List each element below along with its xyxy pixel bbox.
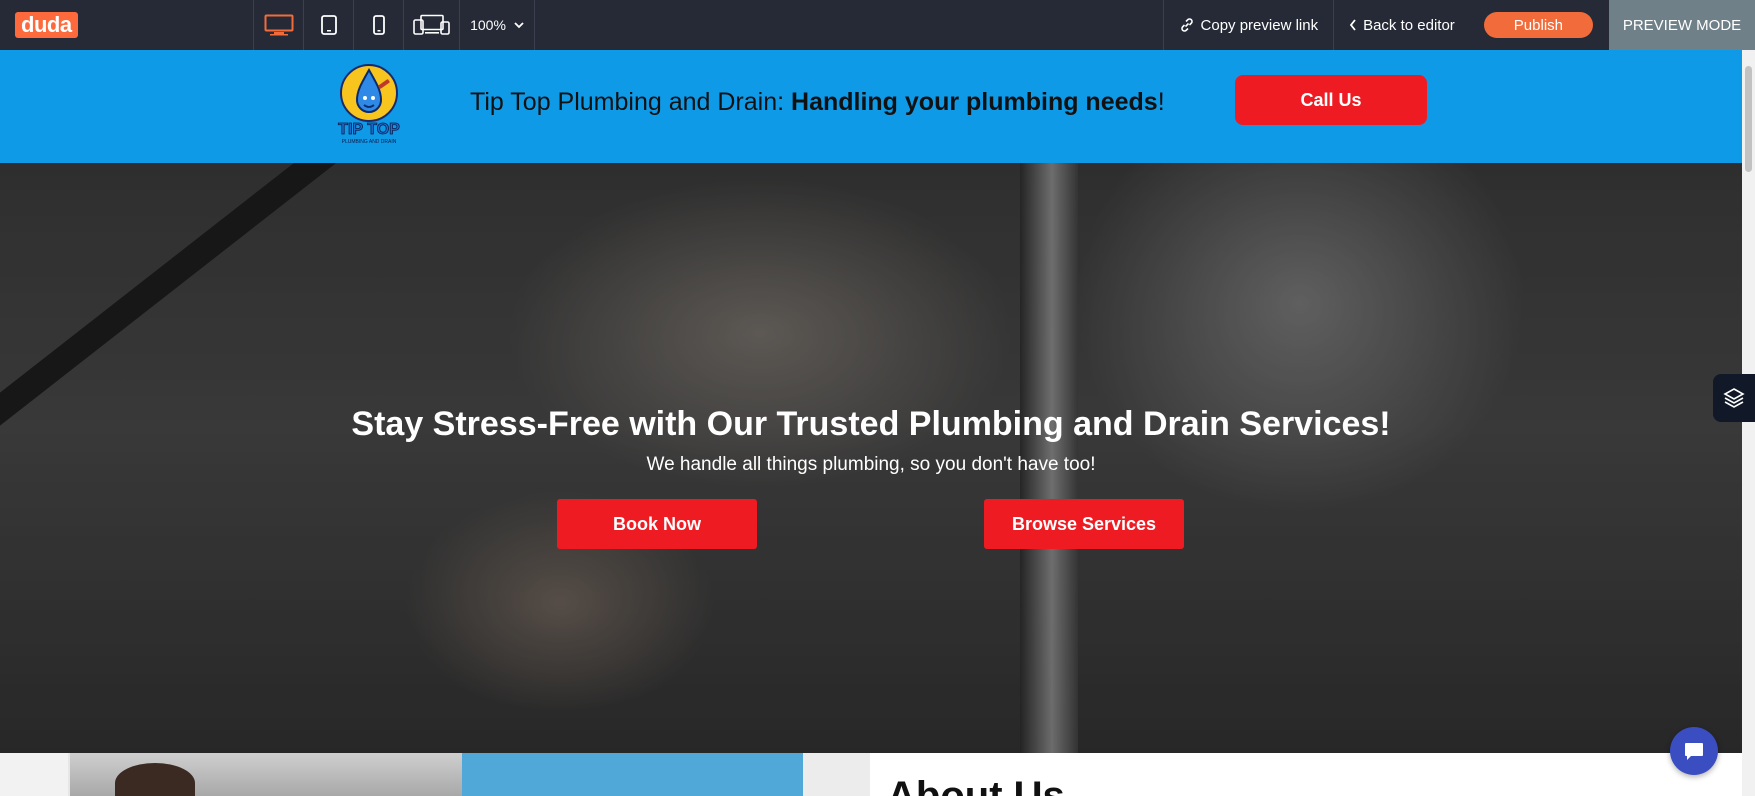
chevron-down-icon: [514, 21, 524, 28]
back-to-editor-button[interactable]: Back to editor: [1333, 0, 1470, 50]
blue-accent-block: [462, 753, 803, 796]
editor-topbar: duda 100% Copy preview link Back to edit…: [0, 0, 1755, 50]
tip-top-logo[interactable]: TIP TOP PLUMBING AND DRAIN: [336, 60, 402, 146]
photo-person: [115, 763, 195, 796]
zoom-value: 100%: [470, 17, 506, 33]
copy-preview-link-label: Copy preview link: [1200, 16, 1319, 34]
chat-button[interactable]: [1670, 727, 1718, 775]
browse-services-button[interactable]: Browse Services: [984, 499, 1184, 549]
preview-mode-badge: PREVIEW MODE: [1609, 0, 1755, 50]
link-icon: [1180, 18, 1193, 32]
logo-text: TIP TOP: [338, 121, 400, 138]
page-scrollbar[interactable]: [1742, 50, 1755, 796]
book-now-button[interactable]: Book Now: [557, 499, 757, 549]
publish-button[interactable]: Publish: [1483, 12, 1593, 38]
tablet-view-button[interactable]: [304, 0, 354, 50]
tagline-bold: Handling your plumbing needs: [791, 88, 1158, 116]
tablet-icon: [320, 15, 337, 35]
duda-logo[interactable]: duda: [15, 12, 78, 38]
responsive-icon: [412, 14, 450, 35]
grey-accent-block: [803, 753, 870, 796]
header-tagline: Tip Top Plumbing and Drain: Handling you…: [470, 88, 1165, 117]
hero-section: Stay Stress-Free with Our Trusted Plumbi…: [0, 163, 1742, 753]
copy-preview-link-button[interactable]: Copy preview link: [1162, 0, 1334, 50]
about-title: About Us: [887, 774, 1065, 796]
site-header: TIP TOP PLUMBING AND DRAIN Tip Top Plumb…: [0, 50, 1742, 163]
mobile-view-button[interactable]: [354, 0, 404, 50]
plumber-photo: [0, 753, 462, 796]
layers-icon: [1723, 388, 1745, 408]
zoom-dropdown[interactable]: 100%: [460, 0, 535, 50]
side-widget-button[interactable]: [1713, 374, 1755, 422]
mobile-icon: [372, 15, 385, 35]
tagline-end: !: [1157, 88, 1165, 116]
topbar-actions: Copy preview link Back to editor Publish…: [1162, 0, 1755, 50]
call-us-button[interactable]: Call Us: [1235, 75, 1427, 125]
chat-icon: [1685, 743, 1703, 760]
hero-title: Stay Stress-Free with Our Trusted Plumbi…: [351, 405, 1391, 443]
device-switcher: 100%: [253, 0, 535, 50]
hero-subtitle: We handle all things plumbing, so you do…: [646, 454, 1096, 475]
logo-subtext: PLUMBING AND DRAIN: [342, 139, 397, 145]
chevron-left-icon: [1349, 19, 1356, 31]
scrollbar-thumb[interactable]: [1745, 66, 1752, 172]
tagline-regular: Tip Top Plumbing and Drain:: [470, 88, 792, 116]
responsive-view-button[interactable]: [404, 0, 460, 50]
about-section: About Us: [0, 753, 1742, 796]
back-to-editor-label: Back to editor: [1363, 16, 1455, 34]
desktop-view-button[interactable]: [254, 0, 304, 50]
desktop-icon: [264, 14, 293, 36]
